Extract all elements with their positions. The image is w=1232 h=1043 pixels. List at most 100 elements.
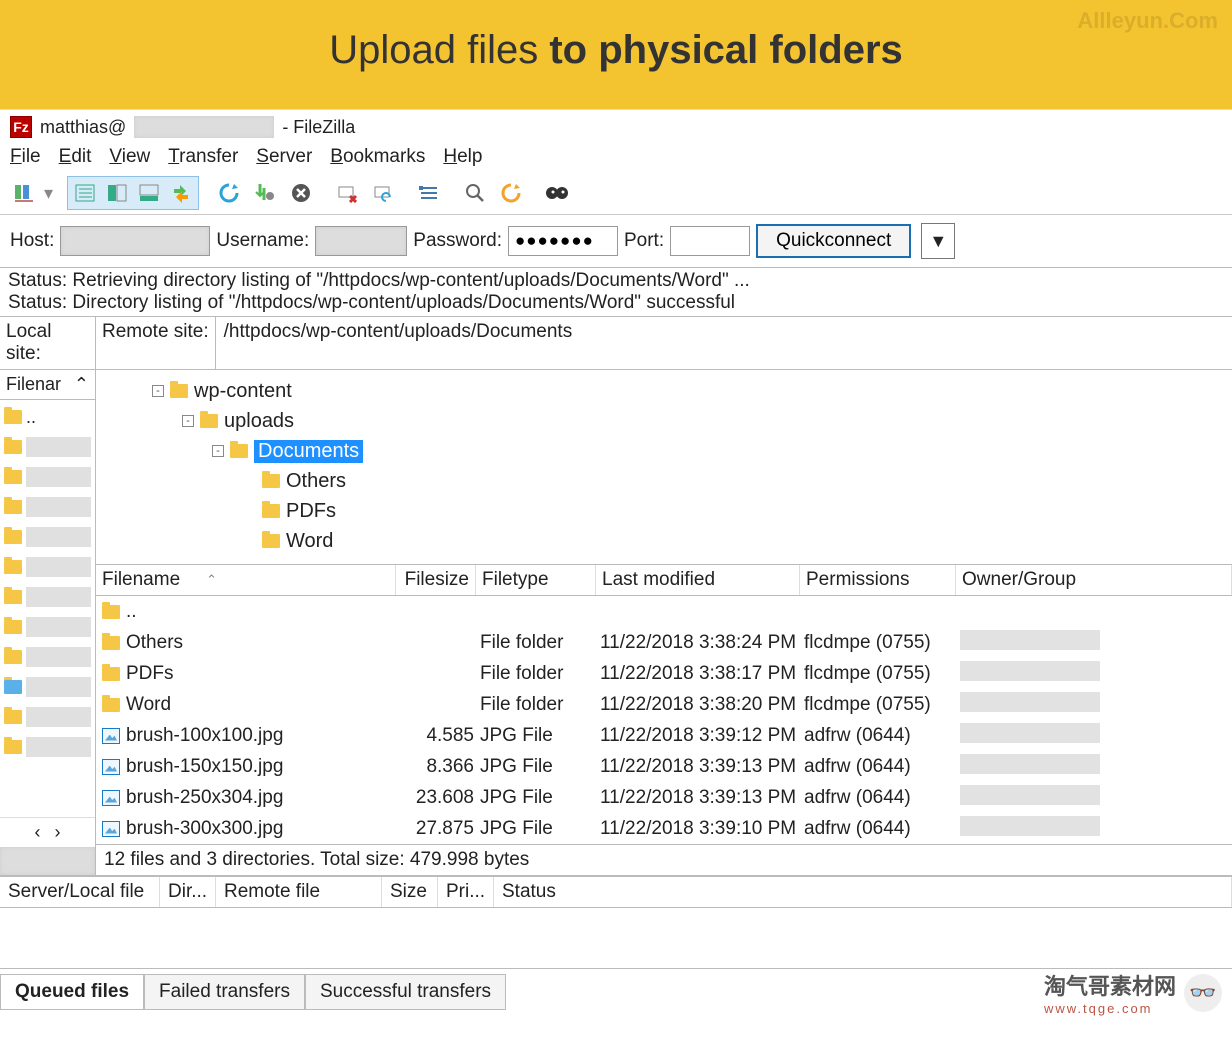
- queue-body[interactable]: [0, 908, 1232, 968]
- folder-icon: [170, 384, 188, 398]
- menu-view[interactable]: View: [109, 146, 150, 168]
- remote-grid-header[interactable]: Filename⌃ Filesize Filetype Last modifie…: [96, 565, 1232, 596]
- local-item[interactable]: [4, 642, 91, 672]
- toggle-tree-icon[interactable]: [101, 178, 133, 208]
- quickconnect-bar: Host: Username: Password: Port: Quickcon…: [0, 215, 1232, 267]
- local-item[interactable]: [4, 702, 91, 732]
- footer-watermark: 淘气哥素材网 www.tqge.com 👓: [1044, 969, 1232, 1016]
- file-row[interactable]: brush-150x150.jpg 8.366 JPG File 11/22/2…: [96, 751, 1232, 782]
- local-file-list[interactable]: ..: [0, 400, 95, 817]
- status-log[interactable]: Status: Retrieving directory listing of …: [0, 267, 1232, 317]
- reconnect-icon[interactable]: [367, 178, 399, 208]
- local-item[interactable]: [4, 432, 91, 462]
- local-item[interactable]: [4, 522, 91, 552]
- local-header[interactable]: Filenar⌃: [0, 370, 95, 400]
- qcol-pri[interactable]: Pri...: [438, 877, 494, 907]
- search-icon[interactable]: [459, 178, 491, 208]
- qcol-remote[interactable]: Remote file: [216, 877, 382, 907]
- local-item[interactable]: [4, 552, 91, 582]
- queue-header[interactable]: Server/Local file Dir... Remote file Siz…: [0, 876, 1232, 908]
- qcol-size[interactable]: Size: [382, 877, 438, 907]
- tree-item[interactable]: Others: [146, 466, 1222, 496]
- find-icon[interactable]: [541, 178, 573, 208]
- col-permissions[interactable]: Permissions: [800, 565, 956, 595]
- redacted-text: [26, 557, 91, 577]
- filter-icon[interactable]: [413, 178, 445, 208]
- local-parent-row[interactable]: ..: [4, 402, 91, 432]
- tree-item[interactable]: -wp-content: [146, 376, 1222, 406]
- scroll-right-icon[interactable]: ›: [55, 822, 61, 843]
- col-owner[interactable]: Owner/Group: [956, 565, 1232, 595]
- scroll-left-icon[interactable]: ‹: [35, 822, 41, 843]
- expander-icon[interactable]: -: [212, 445, 224, 457]
- local-item[interactable]: [4, 732, 91, 762]
- redacted-text: [26, 467, 91, 487]
- image-file-icon: [102, 759, 120, 775]
- menu-server[interactable]: Server: [256, 146, 312, 168]
- tree-item[interactable]: Word: [146, 526, 1222, 556]
- local-item[interactable]: [4, 612, 91, 642]
- tree-item[interactable]: - uploads: [146, 406, 1222, 436]
- username-input[interactable]: [315, 226, 407, 256]
- remote-tree[interactable]: -wp-content-uploads-DocumentsOthersPDFsW…: [96, 370, 1232, 565]
- qcol-status[interactable]: Status: [494, 877, 1232, 907]
- file-modified: 11/22/2018 3:39:13 PM: [600, 787, 804, 809]
- local-item[interactable]: [4, 672, 91, 702]
- local-item[interactable]: [4, 462, 91, 492]
- tree-label: uploads: [224, 410, 294, 433]
- tree-label: Others: [286, 470, 346, 493]
- redacted-text: [960, 723, 1100, 743]
- local-scrollbar[interactable]: ‹›: [0, 817, 95, 847]
- file-permissions: flcdmpe (0755): [804, 663, 960, 685]
- remote-site-path[interactable]: /httpdocs/wp-content/uploads/Documents: [216, 317, 1232, 369]
- status-line: Status: Retrieving directory listing of …: [8, 270, 1224, 292]
- refresh-icon[interactable]: [213, 178, 245, 208]
- quickconnect-dropdown-icon[interactable]: ▼: [921, 223, 955, 259]
- password-input[interactable]: [508, 226, 618, 256]
- file-row[interactable]: Word File folder 11/22/2018 3:38:20 PM f…: [96, 689, 1232, 720]
- sync-browse-icon[interactable]: [165, 178, 197, 208]
- file-row[interactable]: Others File folder 11/22/2018 3:38:24 PM…: [96, 627, 1232, 658]
- site-manager-icon[interactable]: [8, 178, 40, 208]
- folder-icon: [4, 560, 22, 574]
- local-parent-label: ..: [26, 407, 36, 428]
- qcol-server[interactable]: Server/Local file: [0, 877, 160, 907]
- qcol-dir[interactable]: Dir...: [160, 877, 216, 907]
- compare-icon[interactable]: [495, 178, 527, 208]
- tab-failed[interactable]: Failed transfers: [144, 974, 305, 1010]
- local-item[interactable]: [4, 492, 91, 522]
- tree-item[interactable]: -Documents: [146, 436, 1222, 466]
- port-input[interactable]: [670, 226, 750, 256]
- file-row[interactable]: brush-250x304.jpg 23.608 JPG File 11/22/…: [96, 782, 1232, 813]
- expander-icon[interactable]: -: [182, 415, 194, 427]
- local-item[interactable]: [4, 582, 91, 612]
- toggle-log-icon[interactable]: [69, 178, 101, 208]
- menu-transfer[interactable]: Transfer: [168, 146, 238, 168]
- quickconnect-button[interactable]: Quickconnect: [756, 224, 911, 258]
- col-filetype[interactable]: Filetype: [476, 565, 596, 595]
- file-row[interactable]: PDFs File folder 11/22/2018 3:38:17 PM f…: [96, 658, 1232, 689]
- tab-successful[interactable]: Successful transfers: [305, 974, 506, 1010]
- tree-item[interactable]: PDFs: [146, 496, 1222, 526]
- col-filesize[interactable]: Filesize: [396, 565, 476, 595]
- disconnect-icon[interactable]: [331, 178, 363, 208]
- menu-help[interactable]: Help: [443, 146, 482, 168]
- host-input[interactable]: [60, 226, 210, 256]
- col-lastmodified[interactable]: Last modified: [596, 565, 800, 595]
- menu-bookmarks[interactable]: Bookmarks: [330, 146, 425, 168]
- file-type: File folder: [480, 694, 600, 716]
- menu-edit[interactable]: Edit: [59, 146, 92, 168]
- remote-file-list[interactable]: .. Others File folder 11/22/2018 3:38:24…: [96, 596, 1232, 844]
- parent-dir-row[interactable]: ..: [96, 596, 1232, 627]
- expander-icon[interactable]: -: [152, 385, 164, 397]
- file-row[interactable]: brush-300x300.jpg 27.875 JPG File 11/22/…: [96, 813, 1232, 844]
- titlebar[interactable]: Fz matthias@ - FileZilla: [0, 110, 1232, 142]
- cancel-icon[interactable]: [285, 178, 317, 208]
- process-queue-icon[interactable]: [249, 178, 281, 208]
- tab-queued[interactable]: Queued files: [0, 974, 144, 1010]
- toggle-queue-icon[interactable]: [133, 178, 165, 208]
- col-filename[interactable]: Filename⌃: [96, 565, 396, 595]
- file-modified: 11/22/2018 3:38:24 PM: [600, 632, 804, 654]
- menu-file[interactable]: File: [10, 146, 41, 168]
- file-row[interactable]: brush-100x100.jpg 4.585 JPG File 11/22/2…: [96, 720, 1232, 751]
